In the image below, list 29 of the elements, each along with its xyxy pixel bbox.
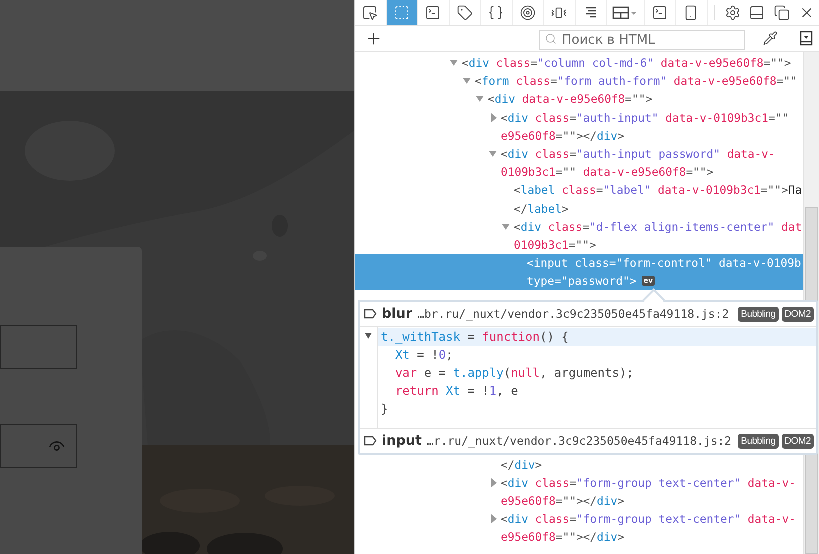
dom-line: <div data-v-e95e60f8="">: [488, 92, 653, 106]
event-name: input: [382, 433, 422, 449]
dom-line: <label class="label" data-v-0109b3c1="">Па: [514, 183, 802, 198]
dom-line: <input class="form-control" data-v-0109b: [527, 256, 802, 270]
dom-line: <div class="column col-md-6" data-v-e95e60f8="">: [462, 56, 792, 70]
dom-line: 0109b3c1="">: [514, 238, 596, 252]
dom-line: 0109b3c1="" data-v-e95e60f8="">: [501, 165, 714, 180]
code-line: Xt = !0;: [394, 348, 454, 362]
dom-line: type="password">: [527, 274, 637, 288]
event-name: blur: [382, 306, 413, 322]
code-line: t._withTask = function() {: [381, 330, 569, 344]
dom-line: e95e60f8=""></div>: [501, 530, 624, 544]
code-line: return Xt = !1, e: [394, 384, 518, 398]
dom-line: <div class="d-flex align-items-center" dat: [514, 220, 802, 234]
dom-line: <div class="form-group text-center" data-v-: [501, 476, 796, 490]
code-line: }: [381, 402, 388, 416]
dom-line: <div class="form-group text-center" data-v-: [501, 512, 796, 526]
phase-tag: DOM2: [782, 306, 814, 322]
phase-tag: DOM2: [782, 434, 814, 448]
dom-line: e95e60f8=""></div>: [501, 128, 624, 143]
dom-line: <div class="auth-input password" data-v-: [501, 147, 776, 162]
dom-line: e95e60f8=""></div>: [501, 494, 624, 508]
dom-line: <form class="form auth-form" data-v-e95e60f8="": [475, 74, 798, 88]
code-line: var e = t.apply(null, arguments);: [394, 366, 634, 380]
phase-tag: Bubbling: [738, 306, 779, 322]
dom-line: <div class="auth-input" data-v-0109b3c1="": [501, 110, 790, 125]
dom-line: </div>: [501, 458, 542, 472]
dom-line: </label>: [514, 202, 569, 216]
phase-tag: Bubbling: [738, 434, 779, 448]
